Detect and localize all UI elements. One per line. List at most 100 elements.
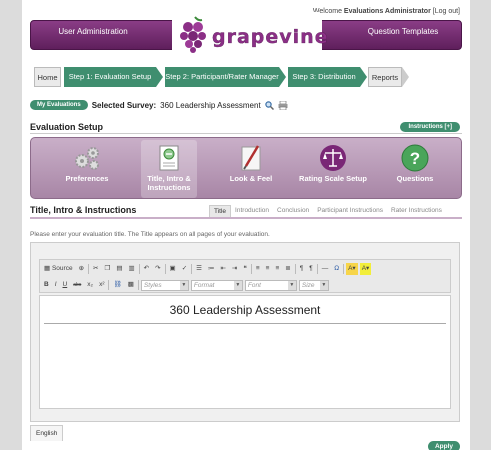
chevron-down-icon: ▼ — [179, 280, 188, 290]
print-icon[interactable] — [278, 100, 288, 110]
editor-horizontal-rule — [44, 323, 446, 324]
horizontal-line-icon[interactable]: — — [320, 263, 331, 275]
my-evaluations-button[interactable]: My Evaluations — [30, 100, 88, 110]
select-all-icon[interactable]: ▣ — [168, 263, 178, 275]
bold-icon[interactable]: B — [42, 279, 51, 291]
nav-user-administration[interactable]: User Administration — [53, 27, 133, 37]
font-placeholder: Font — [247, 281, 261, 289]
selected-survey-name: 360 Leadership Assessment — [160, 100, 261, 110]
paste-word-icon[interactable]: ▥ — [126, 263, 136, 275]
subscript-icon[interactable]: x₂ — [85, 279, 95, 291]
source-icon: ▦ — [44, 265, 51, 272]
numbered-list-icon[interactable]: ☰ — [194, 263, 204, 275]
divider — [30, 133, 462, 134]
indent-icon[interactable]: ⇥ — [230, 263, 239, 275]
step-arrow — [279, 67, 286, 87]
tab-title[interactable]: Title — [209, 205, 232, 217]
separator — [250, 264, 252, 274]
wizard-steps: Home Step 1: Evaluation Setup Step 2: Pa… — [34, 67, 454, 87]
chevron-down-icon: ▼ — [287, 280, 296, 290]
nav-look-and-feel[interactable]: Look & Feel — [211, 144, 291, 184]
align-left-icon[interactable]: ≡ — [254, 263, 262, 275]
toolbar-row-2: B I U abc x₂ x² ⛓ ▩ Styles ▼ Format ▼ Font… — [42, 278, 329, 292]
separator — [316, 264, 318, 274]
styles-select[interactable]: Styles ▼ — [140, 279, 189, 291]
chevron-down-icon: ▼ — [319, 280, 328, 290]
step-reports-label: Reports — [371, 73, 399, 82]
preview-icon[interactable]: ⊕ — [77, 263, 86, 275]
search-icon[interactable] — [264, 100, 274, 110]
separator — [164, 264, 166, 274]
tab-introduction[interactable]: Introduction — [231, 205, 273, 217]
format-select[interactable]: Format ▼ — [190, 279, 243, 291]
source-button[interactable]: ▦ Source — [42, 263, 75, 275]
toolbar-row-1: ▦ Source ⊕ ✂ ❐ ▤ ▥ ↶ ↷ ▣ ✓ ☰ ≔ ⇤ ⇥ ❝ ≡ ≡… — [42, 262, 372, 276]
paste-icon[interactable]: ▤ — [114, 263, 124, 275]
cut-icon[interactable]: ✂ — [91, 263, 100, 275]
size-select[interactable]: Size ▼ — [298, 279, 329, 291]
step-arrow — [402, 67, 409, 87]
rtl-icon[interactable]: ¶ — [307, 263, 315, 275]
nav-preferences[interactable]: Preferences — [47, 144, 127, 184]
setup-icon-panel: Preferences Title, Intro & Instructions … — [30, 137, 462, 199]
justify-icon[interactable]: ≣ — [283, 263, 292, 275]
section-title: Title, Intro & Instructions — [30, 205, 137, 215]
step-evaluation-setup[interactable]: Step 1: Evaluation Setup — [64, 67, 156, 87]
styles-placeholder: Styles — [143, 281, 162, 289]
undo-icon[interactable]: ↶ — [142, 263, 151, 275]
survey-bar: My Evaluations Selected Survey: 360 Lead… — [30, 99, 330, 111]
format-placeholder: Format — [193, 281, 215, 289]
text-color-icon[interactable]: A▾ — [346, 263, 358, 275]
step-arrow — [360, 67, 367, 87]
apply-button[interactable]: Apply — [427, 441, 460, 450]
image-icon[interactable]: ▩ — [126, 279, 136, 291]
superscript-icon[interactable]: x² — [97, 279, 106, 291]
align-right-icon[interactable]: ≡ — [273, 263, 281, 275]
align-center-icon[interactable]: ≡ — [264, 263, 272, 275]
nav-title-intro-instructions[interactable]: Title, Intro & Instructions — [129, 140, 209, 198]
step-participant-manager[interactable]: Step 2: Participant/Rater Manager — [165, 67, 279, 87]
nav-question-templates[interactable]: Question Templates — [363, 27, 443, 37]
language-tab-english[interactable]: English — [30, 425, 64, 441]
underline-icon[interactable]: U — [61, 279, 70, 291]
content-tabs: Title Introduction Conclusion Participan… — [209, 205, 446, 217]
editor-content-area[interactable]: 360 Leadership Assessment — [39, 295, 451, 409]
instructions-button[interactable]: Instructions [+] — [400, 122, 460, 132]
brush-icon — [241, 145, 261, 171]
editor-toolbar: ▦ Source ⊕ ✂ ❐ ▤ ▥ ↶ ↷ ▣ ✓ ☰ ≔ ⇤ ⇥ ❝ ≡ ≡… — [39, 259, 451, 293]
separator — [191, 264, 193, 274]
nav-rating-scale-setup[interactable]: Rating Scale Setup — [293, 144, 373, 184]
logo-text: grapevine — [212, 26, 329, 48]
tab-rater-instructions[interactable]: Rater Instructions — [387, 205, 446, 217]
user-name: Evaluations Administrator — [343, 8, 431, 15]
evaluation-setup-title: Evaluation Setup — [30, 122, 104, 132]
copy-icon[interactable]: ❐ — [102, 263, 112, 275]
strikethrough-icon[interactable]: abc — [71, 279, 83, 291]
step-home[interactable]: Home — [34, 67, 61, 87]
tab-conclusion[interactable]: Conclusion — [273, 205, 313, 217]
nav-questions[interactable]: ? Questions — [375, 144, 455, 184]
selected-survey-label: Selected Survey: — [92, 101, 156, 110]
gears-icon — [75, 147, 99, 170]
special-char-icon[interactable]: Ω — [332, 263, 341, 275]
step-reports[interactable]: Reports — [368, 67, 402, 87]
bg-color-icon[interactable]: A▾ — [359, 263, 372, 275]
grapes-icon — [180, 16, 206, 53]
link-icon[interactable]: ⛓ — [111, 279, 123, 291]
grapevine-logo[interactable]: grapevine — [172, 12, 328, 56]
separator — [138, 264, 140, 274]
source-label: Source — [51, 265, 73, 272]
scale-icon — [320, 145, 346, 171]
spellcheck-icon[interactable]: ✓ — [180, 263, 189, 275]
bulleted-list-icon[interactable]: ≔ — [206, 263, 217, 275]
font-select[interactable]: Font ▼ — [244, 279, 297, 291]
italic-icon[interactable]: I — [53, 279, 59, 291]
outdent-icon[interactable]: ⇤ — [218, 263, 227, 275]
blockquote-icon[interactable]: ❝ — [241, 263, 249, 275]
ltr-icon[interactable]: ¶ — [298, 263, 306, 275]
redo-icon[interactable]: ↷ — [153, 263, 162, 275]
step-distribution[interactable]: Step 3: Distribution — [288, 67, 360, 87]
tab-participant-instructions[interactable]: Participant Instructions — [313, 205, 387, 217]
step-1-label: Step 1: Evaluation Setup — [68, 72, 152, 81]
logout-link[interactable]: [Log out] — [433, 8, 460, 15]
